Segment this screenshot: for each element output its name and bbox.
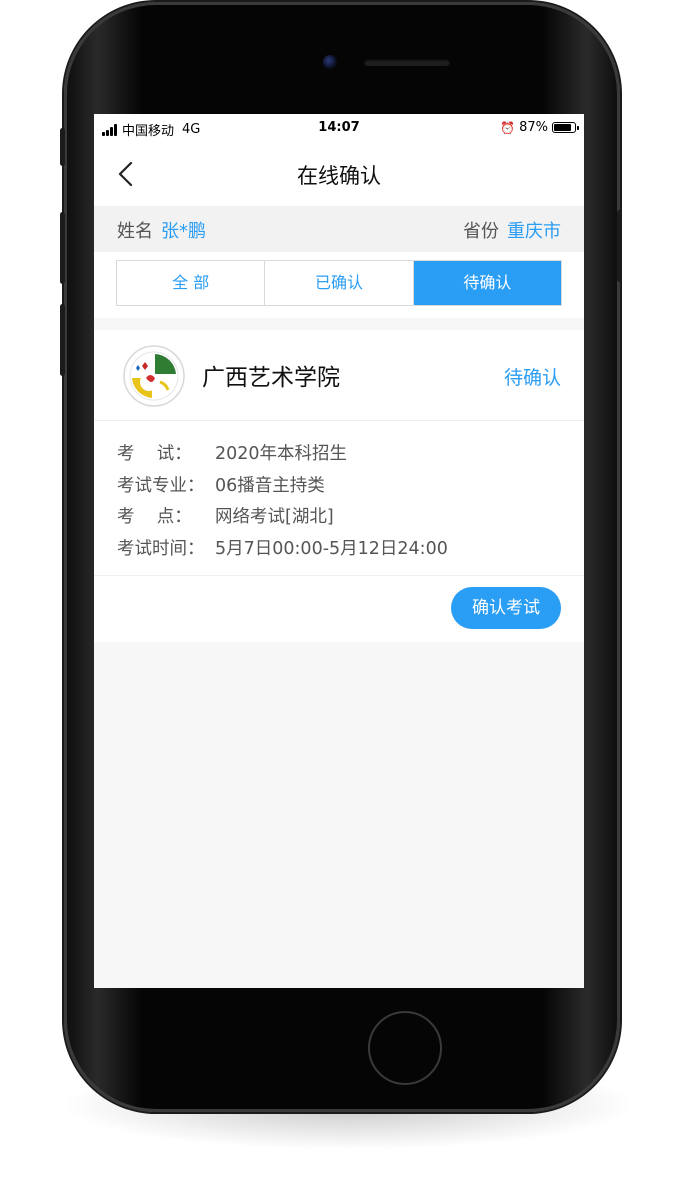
detail-value: 网络考试[湖北]: [215, 507, 334, 527]
detail-key: 考 点：: [117, 507, 192, 527]
confirmation-status: 待确认: [503, 367, 561, 389]
tab-pending[interactable]: 待确认: [413, 261, 561, 305]
filter-tabs-container: 全 部 已确认 待确认: [94, 252, 584, 318]
province-value: 重庆市: [507, 221, 561, 242]
detail-key: 考试专业：: [117, 475, 205, 496]
detail-key: 考 试：: [117, 444, 192, 464]
status-right: ⏰ 87%: [500, 120, 579, 135]
detail-row-exam: 考 试： 2020年本科招生: [117, 439, 561, 471]
school-name: 广西艺术学院: [202, 365, 340, 391]
school-logo-icon: [122, 344, 186, 408]
home-button[interactable]: [368, 1011, 442, 1085]
tab-confirmed[interactable]: 已确认: [265, 261, 414, 305]
detail-key: 考试时间：: [117, 538, 205, 559]
student-info-row: 姓名 张*鹏 省份 重庆市: [94, 206, 584, 252]
exam-card-header: 广西艺术学院 待确认: [94, 330, 584, 421]
confirm-exam-button[interactable]: 确认考试: [451, 587, 561, 629]
status-bar: 中国移动 4G 14:07 ⏰ 87%: [94, 114, 584, 142]
navigation-bar: 在线确认: [94, 142, 584, 206]
power-button: [617, 210, 622, 282]
battery-icon: [552, 122, 579, 133]
volume-up-button: [60, 212, 65, 284]
exam-details: 考 试： 2020年本科招生 考试专业： 06播音主持类 考 点： 网络考试[湖…: [94, 421, 584, 576]
name-label: 姓名: [117, 221, 153, 242]
detail-row-time: 考试时间： 5月7日00:00-5月12日24:00: [117, 534, 561, 566]
tab-all[interactable]: 全 部: [117, 261, 266, 305]
student-name: 姓名 张*鹏: [117, 217, 206, 243]
alarm-clock-icon: ⏰: [500, 120, 516, 135]
filter-tabs: 全 部 已确认 待确认: [116, 260, 562, 306]
detail-value: 5月7日00:00-5月12日24:00: [215, 538, 448, 559]
app-screen: 中国移动 4G 14:07 ⏰ 87% 在线确认 姓名张*鹏 省份重庆市 全: [94, 114, 584, 988]
page-title: 在线确认: [297, 164, 381, 188]
name-value: 张*鹏: [161, 221, 206, 242]
detail-row-major: 考试专业： 06播音主持类: [117, 471, 561, 503]
battery-level: [554, 124, 572, 131]
front-camera-icon: [323, 55, 337, 69]
earpiece-speaker: [364, 59, 450, 66]
mute-switch: [60, 128, 65, 166]
detail-row-location: 考 点： 网络考试[湖北]: [117, 502, 561, 534]
detail-value: 2020年本科招生: [215, 444, 348, 464]
detail-value: 06播音主持类: [215, 475, 325, 496]
volume-down-button: [60, 304, 65, 376]
province-label: 省份: [463, 221, 499, 242]
battery-percent: 87%: [519, 120, 548, 135]
exam-card-footer: 确认考试: [94, 576, 584, 642]
student-province: 省份 重庆市: [463, 217, 561, 243]
exam-card: 广西艺术学院 待确认 考 试： 2020年本科招生 考试专业： 06播音主持类 …: [94, 330, 584, 642]
